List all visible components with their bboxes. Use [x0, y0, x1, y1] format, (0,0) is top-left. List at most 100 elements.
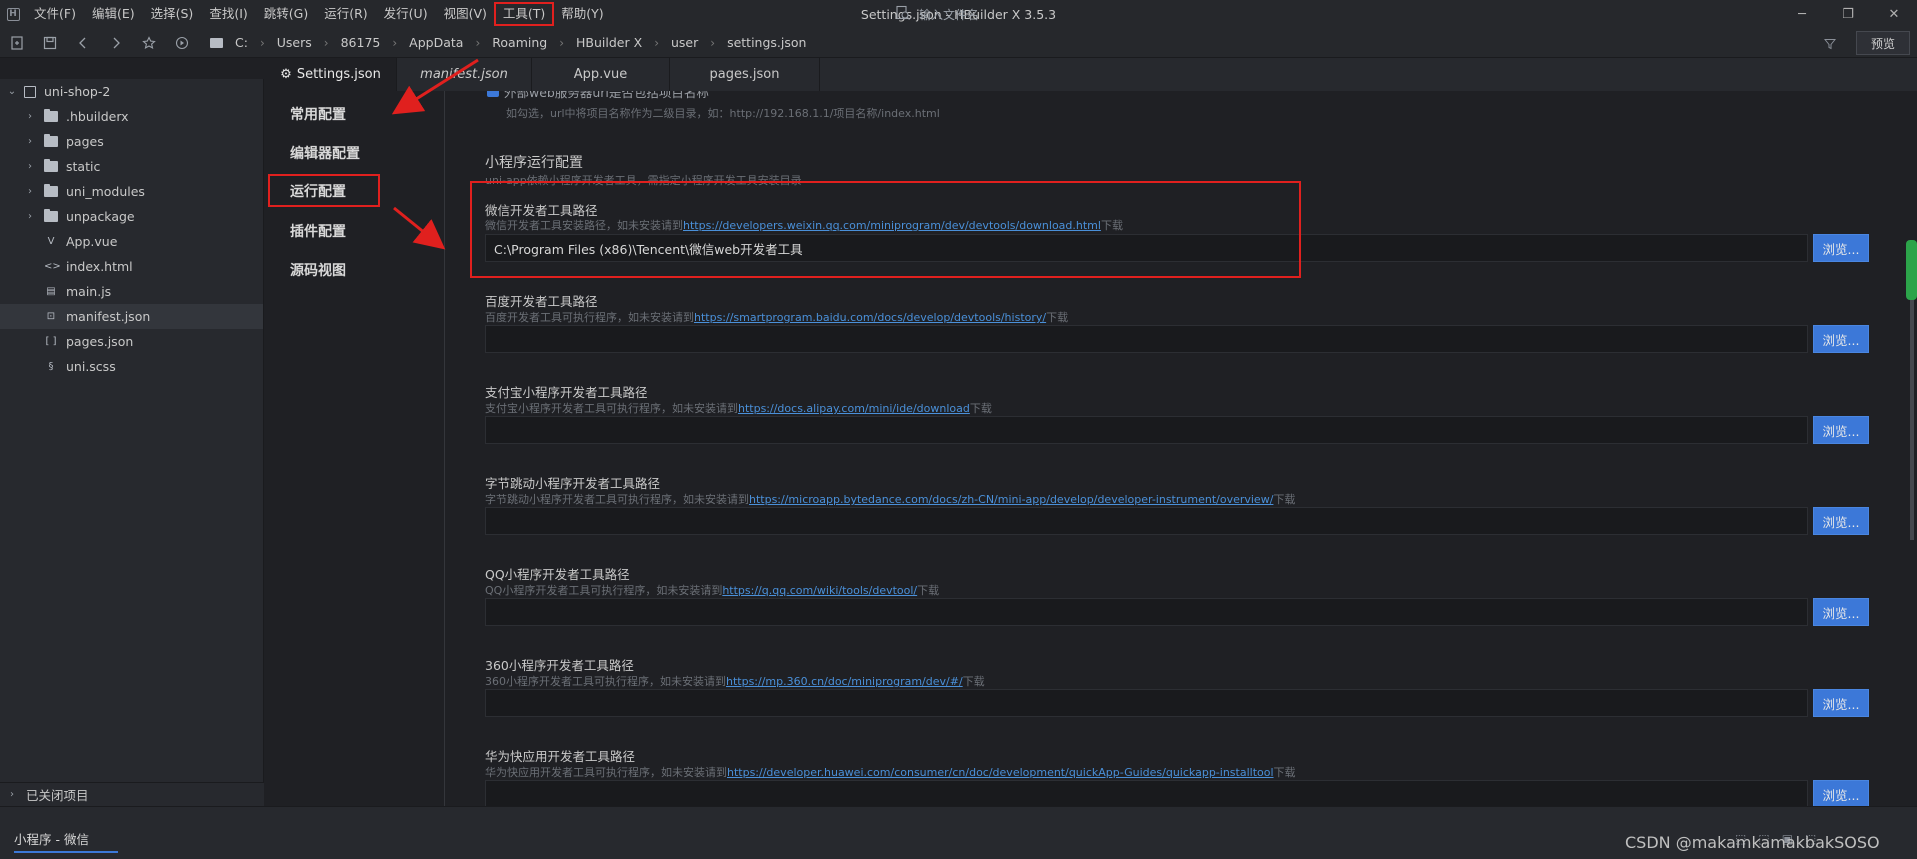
new-file-icon[interactable]	[0, 28, 33, 58]
qq-browse-button[interactable]: 浏览...	[1813, 598, 1869, 626]
tree-item-uni-modules[interactable]: › uni_modules	[0, 179, 263, 204]
file-search-input[interactable]	[911, 8, 1611, 22]
menu-select[interactable]: 选择(S)	[143, 3, 202, 25]
chevron-down-icon: ⌄	[7, 86, 17, 97]
chevron-right-icon: ›	[475, 35, 481, 50]
nav-run-settings[interactable]: 运行配置	[268, 174, 380, 207]
closed-projects[interactable]: › 已关闭项目	[0, 782, 264, 806]
tree-item-label: index.html	[66, 259, 133, 274]
menu-file[interactable]: 文件(F)	[26, 3, 84, 25]
breadcrumb-item[interactable]: user	[667, 35, 702, 50]
wechat-browse-button[interactable]: 浏览...	[1813, 234, 1869, 262]
360-download-link[interactable]: https://mp.360.cn/doc/miniprogram/dev/#/	[726, 675, 963, 688]
config-file-icon: ⊡	[46, 311, 56, 322]
scrollbar-thumb[interactable]	[1906, 240, 1917, 300]
tree-item-pages-json[interactable]: [ ] pages.json	[0, 329, 263, 354]
qq-download-link[interactable]: https://q.qq.com/wiki/tools/devtool/	[722, 584, 917, 597]
qq-tool-path-input[interactable]	[485, 598, 1808, 626]
back-icon[interactable]	[66, 28, 99, 58]
breadcrumb-item[interactable]: Users	[273, 35, 316, 50]
tree-item-index-html[interactable]: <> index.html	[0, 254, 263, 279]
huawei-download-link[interactable]: https://developer.huawei.com/consumer/cn…	[727, 766, 1274, 779]
breadcrumb-item[interactable]: HBuilder X	[572, 35, 646, 50]
tree-item-hbuilderx[interactable]: › .hbuilderx	[0, 104, 263, 129]
chevron-right-icon: ›	[259, 35, 265, 50]
alipay-tool-desc: 支付宝小程序开发者工具可执行程序，如未安装请到https://docs.alip…	[485, 402, 992, 415]
tab-label: Settings.json	[296, 67, 381, 82]
breadcrumb-item[interactable]: 86175	[337, 35, 385, 50]
tab-pages-json[interactable]: pages.json	[670, 58, 820, 91]
json-file-icon: [ ]	[45, 336, 57, 347]
nav-general-settings[interactable]: 常用配置	[268, 99, 378, 129]
run-icon[interactable]	[165, 28, 198, 58]
baidu-tool-path-input[interactable]	[485, 325, 1808, 353]
tab-manifest-json[interactable]: manifest.json	[397, 58, 532, 91]
folder-icon	[210, 37, 223, 48]
bytedance-browse-button[interactable]: 浏览...	[1813, 507, 1869, 535]
huawei-browse-button[interactable]: 浏览...	[1813, 780, 1869, 806]
nav-source-view[interactable]: 源码视图	[268, 255, 378, 285]
preview-button[interactable]: 预览	[1856, 31, 1910, 55]
restore-icon[interactable]: ❐	[1825, 0, 1871, 28]
nav-editor-settings[interactable]: 编辑器配置	[268, 138, 378, 168]
close-icon[interactable]: ✕	[1871, 0, 1917, 28]
tab-label: pages.json	[709, 67, 780, 82]
bookmark-star-icon[interactable]	[132, 28, 165, 58]
chevron-right-icon: ›	[654, 35, 659, 50]
breadcrumb-item[interactable]: AppData	[405, 35, 467, 50]
menu-publish[interactable]: 发行(U)	[376, 3, 436, 25]
file-search	[895, 4, 1795, 26]
menu-tools[interactable]: 工具(T)	[493, 2, 555, 26]
baidu-tool-label: 百度开发者工具路径	[485, 294, 598, 309]
baidu-browse-button[interactable]: 浏览...	[1813, 325, 1869, 353]
bytedance-tool-path-input[interactable]	[485, 507, 1808, 535]
nav-plugin-settings[interactable]: 插件配置	[268, 216, 378, 246]
360-tool-desc: 360小程序开发者工具可执行程序，如未安装请到https://mp.360.cn…	[485, 675, 985, 688]
tree-item-static[interactable]: › static	[0, 154, 263, 179]
alipay-tool-path-input[interactable]	[485, 416, 1808, 444]
project-icon	[24, 85, 36, 98]
chevron-right-icon: ›	[28, 211, 32, 222]
tree-item-app-vue[interactable]: V App.vue	[0, 229, 263, 254]
tree-item-pages[interactable]: › pages	[0, 129, 263, 154]
menu-find[interactable]: 查找(I)	[201, 3, 255, 25]
tab-settings-json[interactable]: ⚙ Settings.json	[265, 58, 397, 91]
tree-item-main-js[interactable]: ▤ main.js	[0, 279, 263, 304]
breadcrumb-item[interactable]: C:	[231, 35, 252, 50]
menu-edit[interactable]: 编辑(E)	[84, 3, 143, 25]
huawei-tool-path-input[interactable]	[485, 780, 1808, 806]
breadcrumb-item[interactable]: Roaming	[488, 35, 551, 50]
baidu-download-link[interactable]: https://smartprogram.baidu.com/docs/deve…	[694, 311, 1046, 324]
save-icon[interactable]	[33, 28, 66, 58]
360-tool-path-input[interactable]	[485, 689, 1808, 717]
tab-app-vue[interactable]: App.vue	[532, 58, 670, 91]
alipay-download-link[interactable]: https://docs.alipay.com/mini/ide/downloa…	[738, 402, 970, 415]
status-bar: 小程序 - 微信 ⬚ ⬚ ▣ ⬚ CSDN @makamkamakbakSOSO	[0, 806, 1917, 859]
tab-label: App.vue	[573, 67, 628, 82]
tree-item-manifest-json[interactable]: ⊡ manifest.json	[0, 304, 263, 329]
alipay-browse-button[interactable]: 浏览...	[1813, 416, 1869, 444]
menu-run[interactable]: 运行(R)	[316, 3, 375, 25]
menu-view[interactable]: 视图(V)	[436, 3, 495, 25]
tree-item-unpackage[interactable]: › unpackage	[0, 204, 263, 229]
breadcrumb-item[interactable]: settings.json	[723, 35, 810, 50]
gear-icon: ⚙	[280, 67, 292, 82]
folder-icon	[44, 109, 58, 122]
tree-item-uni-scss[interactable]: § uni.scss	[0, 354, 263, 379]
project-root[interactable]: ⌄ uni-shop-2	[0, 79, 263, 104]
project-name: uni-shop-2	[44, 84, 111, 99]
bytedance-download-link[interactable]: https://microapp.bytedance.com/docs/zh-C…	[749, 493, 1273, 506]
filter-icon[interactable]	[1818, 30, 1842, 58]
project-explorer: ⌄ uni-shop-2 › .hbuilderx › pages › stat…	[0, 79, 264, 806]
tree-item-label: pages	[66, 134, 104, 149]
html-file-icon: <>	[44, 261, 61, 272]
menu-goto[interactable]: 跳转(G)	[256, 3, 316, 25]
huawei-tool-label: 华为快应用开发者工具路径	[485, 749, 636, 764]
watermark: CSDN @makamkamakbakSOSO	[1625, 833, 1880, 852]
chevron-right-icon: ›	[323, 35, 329, 50]
menu-help[interactable]: 帮助(Y)	[553, 3, 611, 25]
status-tab-miniprogram[interactable]: 小程序 - 微信	[14, 829, 118, 853]
checkbox-include-project-name[interactable]	[487, 91, 499, 97]
360-browse-button[interactable]: 浏览...	[1813, 689, 1869, 717]
forward-icon[interactable]	[99, 28, 132, 58]
